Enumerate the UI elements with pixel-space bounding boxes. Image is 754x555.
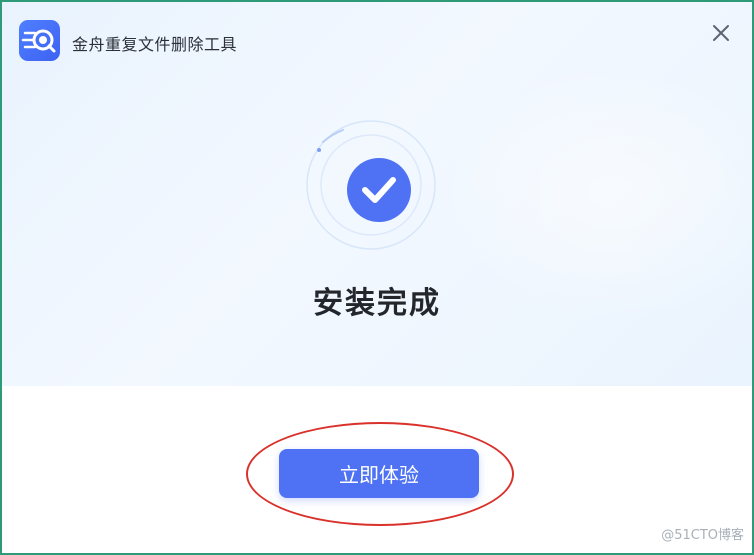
- try-now-button[interactable]: 立即体验: [279, 449, 479, 498]
- watermark-text: @51CTO博客: [661, 528, 744, 543]
- install-complete-title: 安装完成: [313, 286, 441, 321]
- success-rings-icon: [306, 120, 436, 250]
- checkmark-badge: [347, 158, 411, 222]
- close-button[interactable]: [708, 20, 734, 46]
- close-icon: [713, 25, 729, 41]
- magnifier-logo-icon: [21, 29, 56, 53]
- window-title: 金舟重复文件删除工具: [72, 35, 238, 54]
- hero-panel: 金舟重复文件删除工具 安装完成: [2, 2, 752, 386]
- installer-window: 金舟重复文件删除工具 安装完成 立即体验 @51CTO博客: [0, 0, 754, 555]
- app-logo-icon: [19, 20, 60, 61]
- success-graphic: [304, 118, 438, 252]
